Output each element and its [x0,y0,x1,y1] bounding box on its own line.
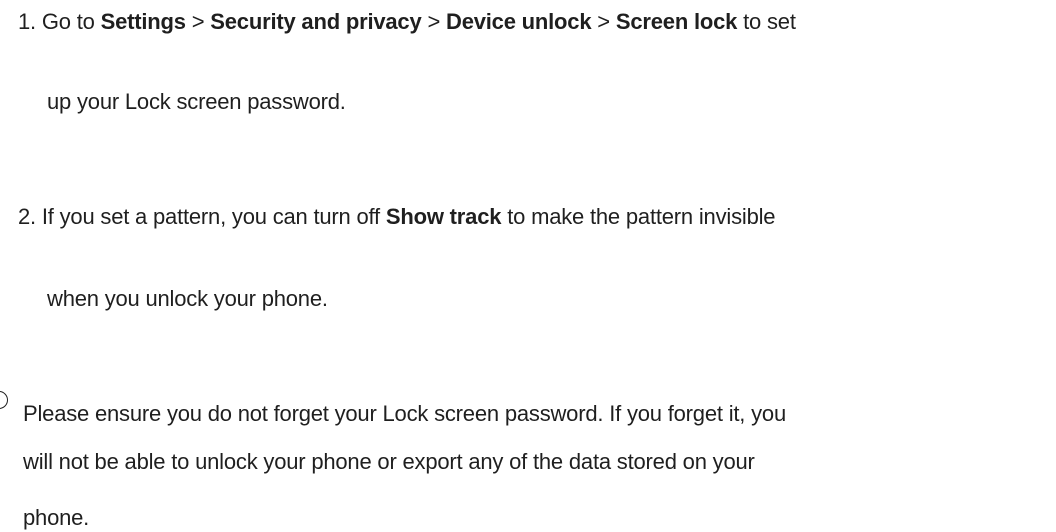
step-2-pre: If you set a pattern, you can turn off [41,204,380,229]
step-1-line-1: 1. Go to Settings > Security and privacy… [18,8,796,36]
security-privacy-label: Security and privacy [210,9,422,34]
step-1-line-2: up your Lock screen password. [47,89,346,114]
screen-lock-label: Screen lock [615,9,738,34]
step-2-line-2: when you unlock your phone. [47,286,328,311]
step-2-post: to make the pattern invisible [507,204,776,229]
path-separator-2: > [427,9,441,34]
step-1-go-to: Go to [41,9,95,34]
note-line-1: Please ensure you do not forget your Loc… [23,401,786,426]
step-1-number: 1. [18,9,36,34]
step-2-line-1: 2. If you set a pattern, you can turn of… [18,203,776,231]
path-separator-3: > [597,9,610,34]
note-line-3: phone. [23,505,90,530]
show-track-label: Show track [385,204,502,229]
note-line-2: will not be able to unlock your phone or… [23,449,755,474]
settings-label: Settings [100,9,186,34]
device-unlock-label: Device unlock [446,9,592,34]
info-icon [0,391,8,409]
path-separator-1: > [191,9,205,34]
step-2-number: 2. [18,204,36,229]
step-1-tail: to set [743,9,796,34]
